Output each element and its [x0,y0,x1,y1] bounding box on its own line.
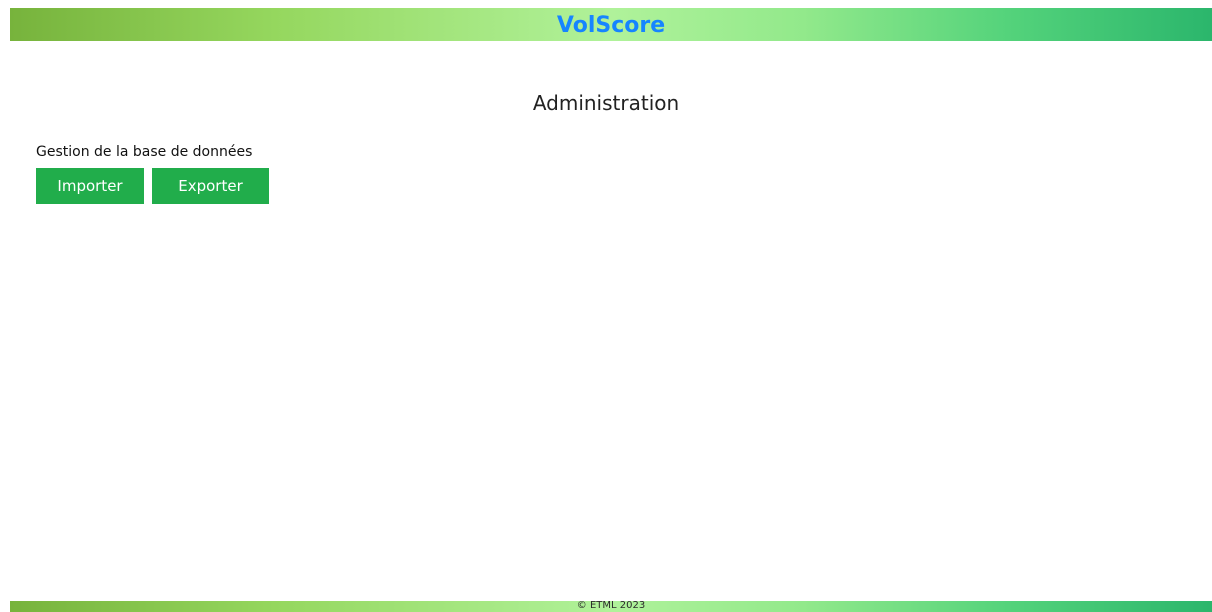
page-title: Administration [532,91,680,116]
database-actions: Importer Exporter [36,168,269,204]
export-button[interactable]: Exporter [152,168,269,204]
app-header: VolScore [10,8,1212,41]
page: VolScore Administration Gestion de la ba… [0,0,1212,612]
database-section-label: Gestion de la base de données [36,144,253,160]
app-footer: © ETML 2023 [10,601,1212,612]
app-title[interactable]: VolScore [557,14,665,37]
import-button[interactable]: Importer [36,168,144,204]
copyright-text: © ETML 2023 [576,601,646,611]
